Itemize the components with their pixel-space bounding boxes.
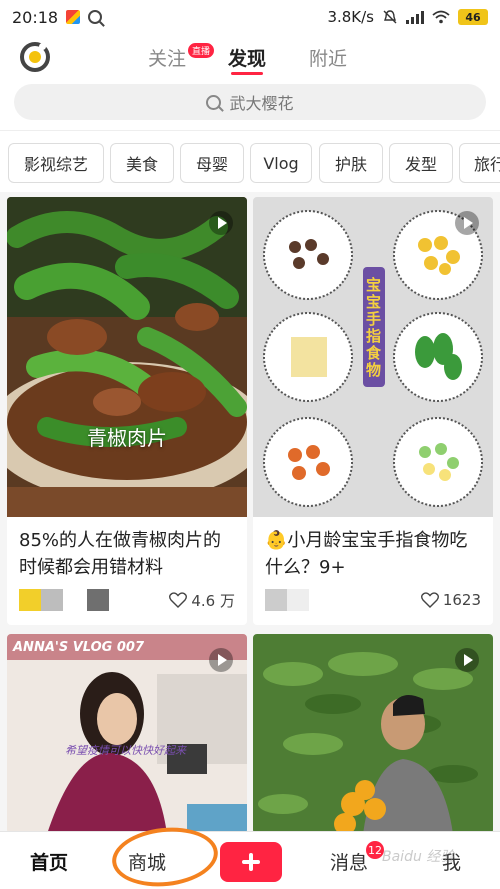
image-subcaption: 希望疫情可以快快好起来 bbox=[65, 744, 186, 757]
color-swatch bbox=[87, 589, 109, 611]
color-swatch bbox=[287, 589, 309, 611]
search-placeholder: 武大樱花 bbox=[229, 94, 294, 113]
search-input[interactable]: 武大樱花 bbox=[14, 84, 486, 120]
category-chip[interactable]: 发型 bbox=[389, 143, 453, 183]
tab-active-indicator bbox=[231, 72, 263, 75]
signal-icon bbox=[406, 10, 424, 24]
category-chip[interactable]: 母婴 bbox=[180, 143, 244, 183]
card-title: 👶小月龄宝宝手指食物吃什么？9+ bbox=[265, 530, 468, 578]
card-meta: 4.6 万 bbox=[19, 589, 235, 611]
video-play-icon bbox=[209, 648, 233, 672]
category-chip[interactable]: Vlog bbox=[250, 143, 312, 183]
feed-card[interactable] bbox=[253, 634, 493, 834]
watermark: Baidu 经验 bbox=[382, 849, 455, 865]
video-play-icon bbox=[455, 648, 479, 672]
image-caption: 宝宝手指食物 bbox=[366, 276, 382, 379]
video-play-icon bbox=[209, 211, 233, 235]
status-time: 20:18 bbox=[12, 7, 59, 27]
feed-card[interactable]: ANNA'S VLOG 007 希望疫情可以快快好起来 bbox=[7, 634, 247, 834]
video-play-icon bbox=[455, 211, 479, 235]
category-chip[interactable]: 美食 bbox=[110, 143, 174, 183]
like-count-text: 1623 bbox=[442, 591, 481, 609]
search-icon bbox=[206, 94, 222, 110]
mute-icon bbox=[383, 10, 397, 24]
color-swatch bbox=[19, 589, 41, 611]
search-icon bbox=[88, 10, 103, 24]
image-caption: 青椒肉片 bbox=[87, 426, 167, 450]
tab-following[interactable]: 关注 bbox=[148, 44, 186, 71]
swatch-gap bbox=[63, 589, 87, 611]
search-area: 武大樱花 bbox=[0, 80, 500, 130]
like-count[interactable]: 4.6 万 bbox=[169, 590, 235, 611]
logo-notch bbox=[39, 43, 46, 50]
like-count-text: 4.6 万 bbox=[191, 591, 235, 610]
like-count[interactable]: 1623 bbox=[420, 591, 481, 609]
app-icon bbox=[66, 10, 81, 24]
category-chip[interactable]: 护肤 bbox=[319, 143, 383, 183]
card-meta: 1623 bbox=[265, 589, 481, 611]
tab-discover[interactable]: 发现 bbox=[228, 44, 266, 71]
nav-messages[interactable]: 消息 bbox=[330, 848, 368, 875]
category-chip[interactable]: 旅行 bbox=[459, 143, 500, 183]
card-image bbox=[7, 197, 247, 517]
category-bar: 影视综艺 美食 母婴 Vlog 护肤 发型 旅行 bbox=[0, 130, 500, 192]
status-bar: 20:18 3.8K/s 46 bbox=[0, 0, 500, 34]
wifi-icon bbox=[432, 10, 450, 24]
card-title: 85%的人在做青椒肉片的时候都会用错材料 bbox=[19, 530, 222, 578]
create-post-button[interactable] bbox=[220, 842, 282, 882]
tab-nearby[interactable]: 附近 bbox=[309, 44, 347, 71]
color-swatch bbox=[41, 589, 63, 611]
live-badge: 直播 bbox=[188, 43, 215, 58]
battery-icon: 46 bbox=[458, 9, 488, 25]
heart-icon bbox=[420, 592, 439, 608]
nav-home[interactable]: 首页 bbox=[30, 848, 68, 875]
top-nav: 关注 直播 发现 附近 bbox=[0, 34, 500, 80]
feed-card[interactable]: 青椒肉片 85%的人在做青椒肉片的时候都会用错材料 4.6 万 bbox=[7, 197, 247, 625]
network-speed: 3.8K/s bbox=[327, 8, 374, 26]
category-chip[interactable]: 影视综艺 bbox=[8, 143, 104, 183]
color-swatch bbox=[265, 589, 287, 611]
heart-icon bbox=[169, 592, 188, 608]
feed-card[interactable]: 宝宝手指食物 👶小月龄宝宝手指食物吃什么？9+ 1623 bbox=[253, 197, 493, 625]
image-caption: ANNA'S VLOG 007 bbox=[13, 640, 145, 655]
